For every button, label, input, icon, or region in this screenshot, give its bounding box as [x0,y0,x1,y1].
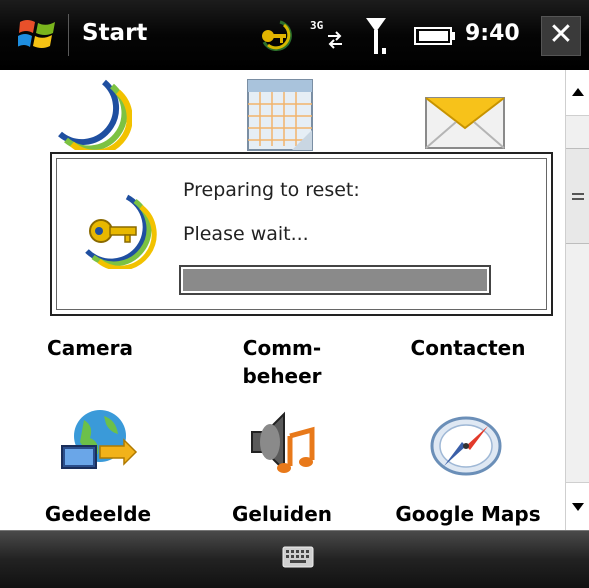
app-label: Contacten [410,336,526,360]
grip-line [572,193,584,195]
dialog-title: Preparing to reset: [183,179,360,201]
scroll-up-button[interactable] [566,70,589,116]
windows-start-icon[interactable] [17,16,58,54]
app-label: Gedeelde [44,502,152,526]
vertical-scrollbar[interactable] [565,70,589,530]
comm-beheer-app[interactable]: Comm- beheer [222,334,342,390]
dialog-frame: Preparing to reset: Please wait... [56,158,547,310]
dialog-message: Please wait... [183,223,309,245]
page-title: Start [82,20,148,46]
contacten-app[interactable]: Contacten [388,334,548,362]
title-separator [68,14,69,56]
keyboard-icon[interactable] [282,545,314,569]
app-label-line-1: Comm- [242,336,322,360]
title-bar: Start 3G 9:40 ✕ [0,0,589,70]
reset-dialog: Preparing to reset: Please wait... [50,152,553,316]
chevron-down-icon [572,503,584,511]
3g-data-icon[interactable]: 3G [308,16,350,58]
app-label-line-2: beheer [242,364,322,388]
scroll-thumb[interactable] [566,148,589,244]
google-maps-app[interactable]: Google Maps [380,500,556,528]
network-share-icon[interactable] [60,406,140,482]
screen: Start 3G 9:40 ✕ Camera Comm- beheer Cont… [0,0,589,588]
close-button[interactable]: ✕ [541,16,581,56]
reset-key-icon [79,193,159,273]
reset-progress-bar [179,265,491,295]
app-label: Camera [47,336,133,360]
gedeelde-app[interactable]: Gedeelde [28,500,168,528]
activesync-app-icon[interactable] [54,78,133,156]
progress-fill [183,269,487,291]
camera-app[interactable]: Camera [30,334,150,362]
soft-key-bar [0,530,589,588]
clock[interactable]: 9:40 [465,21,520,46]
scroll-down-button[interactable] [566,482,589,530]
battery-icon[interactable] [414,26,456,50]
speaker-music-icon[interactable] [244,406,320,486]
calendar-app-icon[interactable] [244,74,320,158]
messaging-app-icon[interactable] [424,84,506,154]
geluiden-app[interactable]: Geluiden [214,500,350,528]
activesync-icon[interactable] [258,20,298,56]
chevron-up-icon [572,88,584,96]
compass-icon[interactable] [426,410,506,484]
svg-text:3G: 3G [310,19,324,32]
app-label: Google Maps [395,502,541,526]
app-label: Geluiden [231,502,333,526]
grip-line [572,198,584,200]
signal-strength-icon[interactable] [364,14,390,62]
